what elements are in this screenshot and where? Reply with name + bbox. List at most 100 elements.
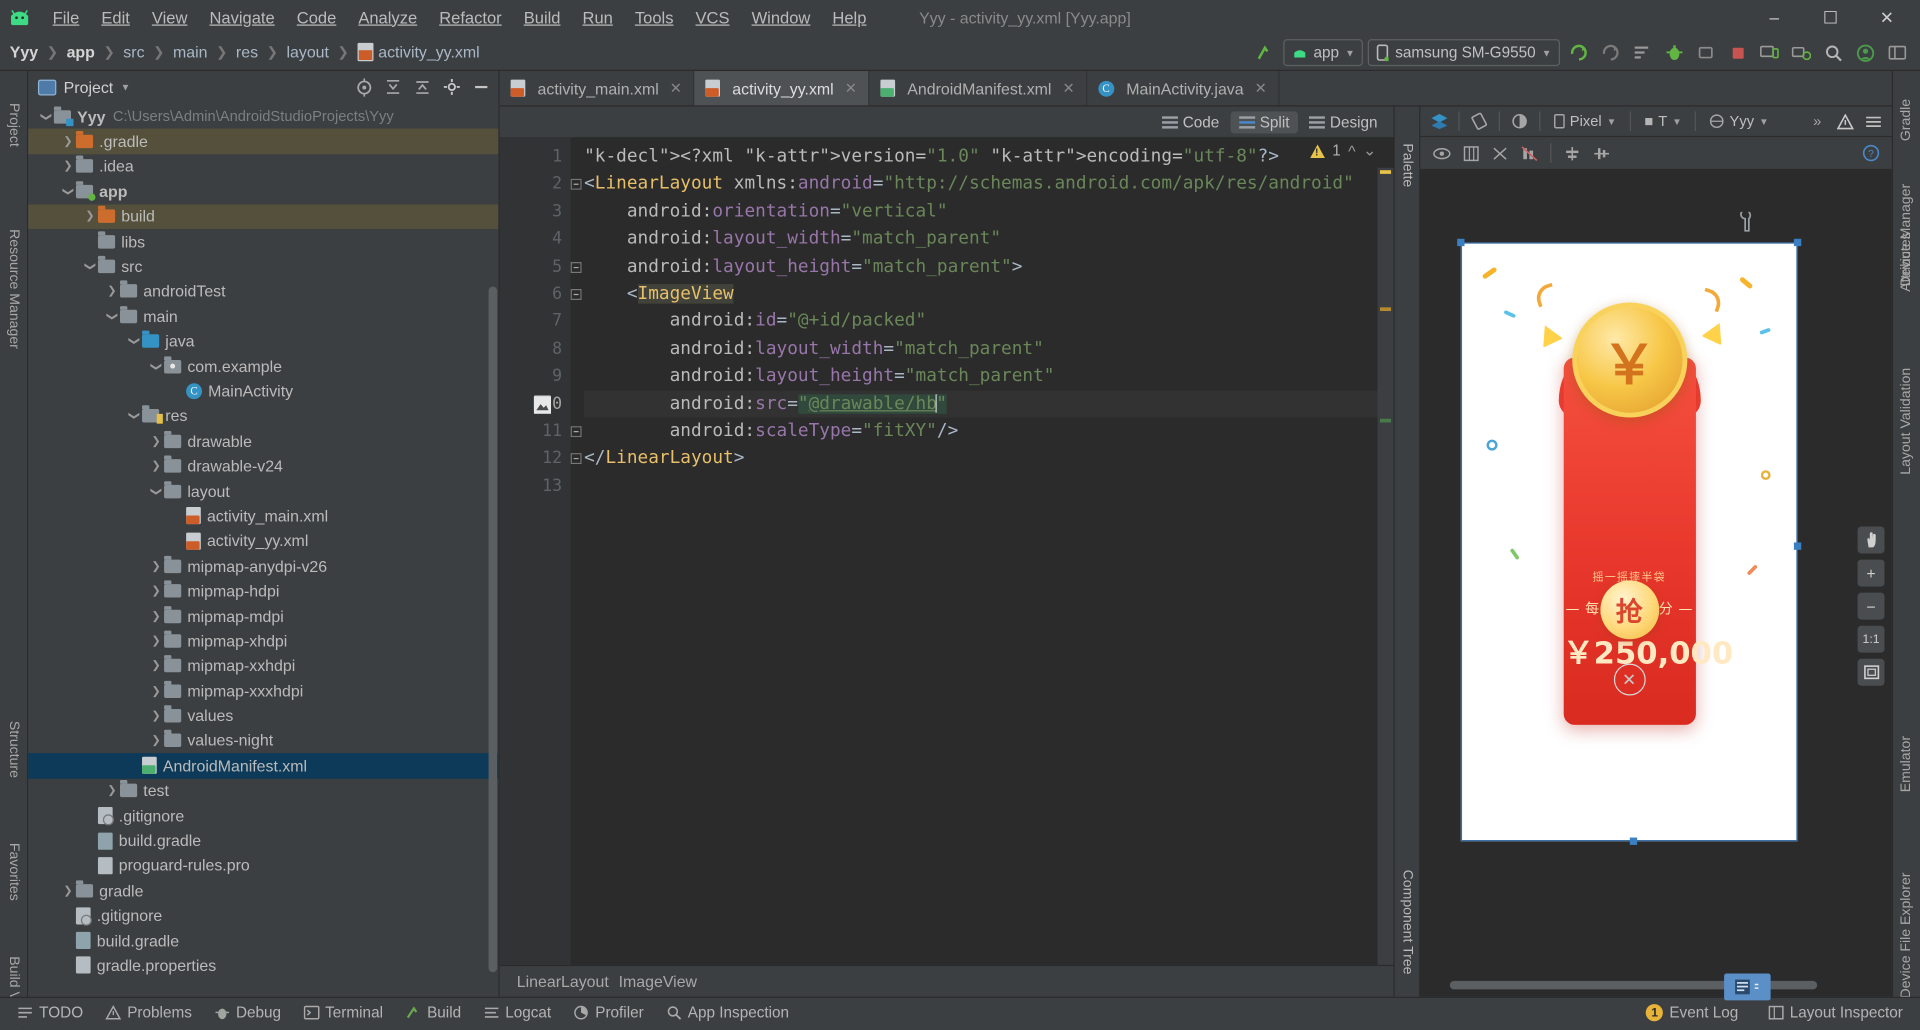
chevron-right-icon[interactable]: ❯ — [60, 160, 76, 173]
gutter-line-3[interactable]: 3 — [500, 198, 571, 225]
chevron-right-icon[interactable]: ❯ — [148, 634, 164, 647]
constraints-off-icon[interactable] — [1488, 141, 1512, 164]
tree-node-values[interactable]: ❯ values — [28, 703, 498, 728]
component-tree-label[interactable]: Component Tree — [1400, 870, 1415, 975]
chevron-down-icon[interactable]: ❯ — [127, 408, 141, 424]
tree-node-values-night[interactable]: ❯ values-night — [28, 728, 498, 753]
error-toggle-icon[interactable] — [1517, 141, 1541, 164]
tree-node-mipmap-xxxhdpi[interactable]: ❯ mipmap-xxxhdpi — [28, 678, 498, 703]
menu-vcs[interactable]: VCS — [685, 4, 741, 30]
menu-analyze[interactable]: Analyze — [347, 4, 428, 30]
line-number-gutter[interactable]: 1 2 3 4 5 6 7 8 9 10 11 12 13 — [499, 137, 582, 965]
tree-node-res[interactable]: ❯ res — [28, 404, 498, 429]
chevron-down-icon[interactable]: ❯ — [61, 184, 74, 200]
gutter-line-13[interactable]: 13 — [500, 472, 571, 499]
chevron-right-icon[interactable]: ❯ — [104, 784, 120, 797]
sdk-manager-icon[interactable] — [1788, 39, 1815, 66]
gutter-line-5[interactable]: 5 — [500, 253, 582, 280]
attributes-panel-icon[interactable] — [1861, 110, 1885, 133]
layout-settings-icon[interactable] — [1883, 39, 1910, 66]
code-line-9[interactable]: android:layout_height="match_parent" — [584, 363, 1393, 390]
tree-node-java[interactable]: ❯ java — [28, 329, 498, 354]
rail-emulator[interactable]: Emulator — [1899, 736, 1914, 792]
align-vertical-icon[interactable] — [1589, 141, 1613, 164]
chevron-right-icon[interactable]: ❯ — [148, 584, 164, 597]
tool-terminal[interactable]: Terminal — [293, 1002, 392, 1024]
tool-debug[interactable]: Debug — [204, 1002, 291, 1024]
project-tree-scrollbar[interactable] — [488, 286, 498, 973]
tool-profiler[interactable]: Profiler — [563, 1002, 653, 1024]
editor-tab-MainActivity-java[interactable]: C MainActivity.java ✕ — [1087, 71, 1280, 106]
chevron-down-icon[interactable]: ❯ — [105, 308, 119, 324]
tool-event-log[interactable]: 1 Event Log — [1636, 1002, 1748, 1024]
breadcrumb-imageview[interactable]: ImageView — [619, 972, 697, 990]
gutter-line-9[interactable]: 9 — [500, 363, 571, 390]
stripe-mark[interactable] — [1380, 418, 1392, 422]
chevron-right-icon[interactable]: ❯ — [104, 285, 120, 298]
orientation-icon[interactable] — [1467, 110, 1491, 133]
rail-gradle[interactable]: Gradle — [1899, 99, 1914, 141]
tab-close-icon[interactable]: ✕ — [1255, 80, 1267, 97]
tree-node-idea[interactable]: ❯ .idea — [28, 154, 498, 179]
close-icon[interactable]: ✕ — [1613, 663, 1646, 696]
tree-node-drawable-v24[interactable]: ❯ drawable-v24 — [28, 454, 498, 479]
palette-label[interactable]: Palette — [1400, 143, 1415, 187]
stripe-mark[interactable] — [1380, 307, 1392, 311]
zoom-in-icon[interactable]: + — [1857, 559, 1885, 587]
breadcrumb-app[interactable]: app — [67, 43, 95, 61]
tree-node-com-example[interactable]: ❯ com.example — [28, 354, 498, 379]
rail-attributes[interactable]: Attributes — [1899, 232, 1914, 291]
tree-node-androidTest[interactable]: ❯ androidTest — [28, 279, 498, 304]
run-icon[interactable] — [1565, 39, 1592, 66]
code-line-13[interactable] — [584, 472, 1393, 499]
eye-icon[interactable] — [1429, 141, 1453, 164]
rail-structure[interactable]: Structure — [6, 721, 21, 778]
chevron-right-icon[interactable]: ❯ — [148, 459, 164, 472]
chevron-right-icon[interactable]: ❯ — [148, 659, 164, 672]
tree-node-main[interactable]: ❯ main — [28, 304, 498, 329]
zoom-out-icon[interactable]: − — [1857, 592, 1885, 620]
tree-node-src[interactable]: ❯ src — [28, 254, 498, 279]
maximize-button[interactable]: ☐ — [1802, 0, 1858, 34]
breadcrumb-linearlayout[interactable]: LinearLayout — [517, 972, 609, 990]
rail-device-file-explorer[interactable]: Device File Explorer — [1899, 873, 1914, 999]
chevron-right-icon[interactable]: ❯ — [148, 734, 164, 747]
tool-problems[interactable]: Problems — [95, 1002, 201, 1024]
hide-panel-icon[interactable] — [469, 75, 493, 99]
tree-node-MainActivity[interactable]: C MainActivity — [28, 379, 498, 404]
device-dropdown[interactable]: Pixel ▼ — [1548, 111, 1623, 131]
tree-node-app[interactable]: ❯ app — [28, 179, 498, 204]
blueprint-icon[interactable] — [1458, 141, 1482, 164]
menu-window[interactable]: Window — [741, 4, 822, 30]
zoom-fit-icon[interactable] — [1857, 658, 1885, 686]
code-line-5[interactable]: android:layout_height="match_parent"> — [584, 253, 1393, 280]
chevron-right-icon[interactable]: ❯ — [148, 709, 164, 722]
gutter-line-10[interactable]: 10 — [500, 390, 571, 417]
chevron-down-icon[interactable]: ▼ — [121, 81, 131, 92]
tree-node-build-gradle-root[interactable]: build.gradle — [28, 928, 498, 953]
code-line-4[interactable]: android:layout_width="match_parent" — [584, 226, 1393, 253]
breadcrumb-yyy[interactable]: Yyy — [10, 43, 38, 61]
tree-node-libs[interactable]: libs — [28, 229, 498, 254]
tree-node-gradle-properties[interactable]: gradle.properties — [28, 953, 498, 978]
tree-node-build[interactable]: ❯ build — [28, 203, 499, 229]
rail-resource-manager[interactable]: Resource Manager — [6, 229, 21, 349]
tree-node-mipmap-hdpi[interactable]: ❯ mipmap-hdpi — [28, 578, 498, 603]
minimap-popup[interactable] — [1724, 973, 1771, 1001]
error-stripe[interactable] — [1377, 167, 1394, 965]
chevron-right-icon[interactable]: ❯ — [148, 559, 164, 572]
tool-app-inspection[interactable]: App Inspection — [656, 1002, 799, 1024]
tree-node-activity_yy[interactable]: activity_yy.xml — [28, 529, 498, 554]
stop-icon[interactable] — [1724, 39, 1751, 66]
code-line-1[interactable]: "k-decl"><?xml "k-attr">version="1.0" "k… — [584, 143, 1393, 170]
tab-close-icon[interactable]: ✕ — [1063, 80, 1075, 97]
chevron-right-icon[interactable]: ❯ — [60, 135, 76, 148]
drawable-preview-icon[interactable] — [533, 394, 552, 414]
code-line-6[interactable]: <ImageView — [584, 280, 1393, 307]
code-line-8[interactable]: android:layout_width="match_parent" — [584, 335, 1393, 362]
code-line-12[interactable]: </LinearLayout> — [584, 445, 1393, 472]
selection-handle[interactable] — [1629, 837, 1637, 845]
tree-node-mipmap-mdpi[interactable]: ❯ mipmap-mdpi — [28, 603, 498, 628]
prev-problem-icon[interactable]: ^ — [1348, 141, 1355, 159]
avd-manager-icon[interactable] — [1756, 39, 1783, 66]
